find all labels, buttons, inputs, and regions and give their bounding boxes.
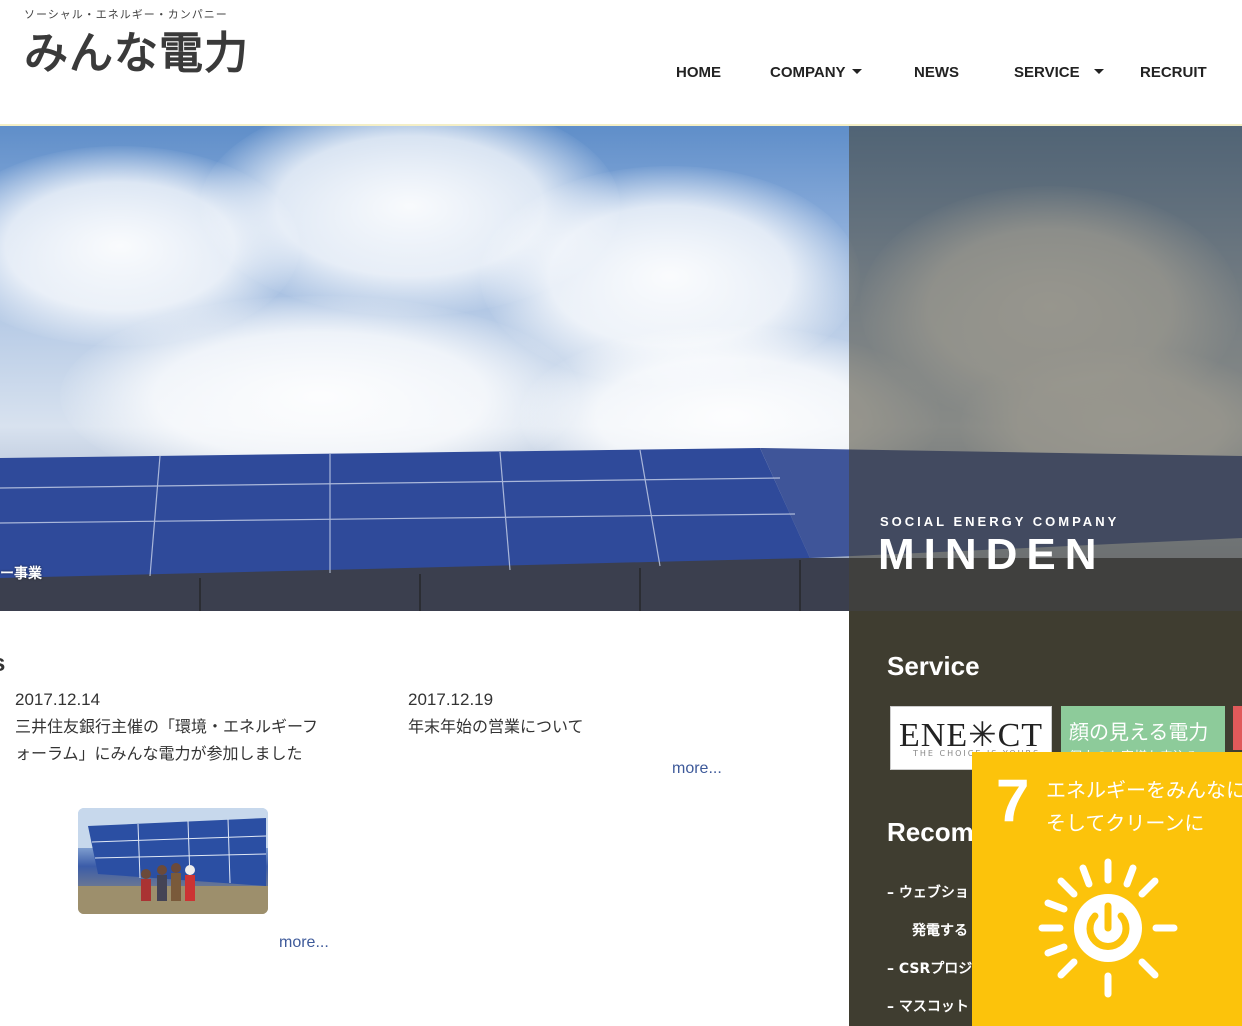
sdg-title-line1: エネルギーをみんなに <box>1046 778 1242 802</box>
nav-service[interactable]: SERVICE <box>1014 64 1104 81</box>
site-header: ソーシャル・エネルギー・カンパニー みんな電力 HOME COMPANY NEW… <box>0 0 1242 124</box>
hero-subtitle: SOCIAL ENERGY COMPANY <box>880 514 1120 529</box>
nav-news[interactable]: NEWS <box>914 64 959 81</box>
sdg-title-line2: そしてクリーンに <box>1046 811 1205 835</box>
nav-recruit-label: RECRUIT <box>1140 64 1207 81</box>
news-photo <box>78 808 268 914</box>
kao-denryoku-logo: 顔の見える電力 <box>1069 720 1209 744</box>
hero-slider[interactable]: SOCIAL ENERGY COMPANY MINDEN ー事業 <box>0 124 1242 611</box>
nav-company[interactable]: COMPANY <box>770 64 862 81</box>
nav-company-label: COMPANY <box>770 64 846 81</box>
news-title-link[interactable]: 年末年始の営業について <box>408 713 728 740</box>
banner-edge[interactable] <box>1233 706 1242 750</box>
recommend-item[interactable]: – ウェブショ <box>887 882 969 902</box>
news-heading: s <box>0 650 5 678</box>
news-date: 2017.12.14 <box>15 690 101 709</box>
caret-down-icon <box>851 68 862 74</box>
news-more-link[interactable]: more... <box>279 934 329 952</box>
caret-down-icon <box>1093 68 1104 74</box>
sun-power-icon <box>1038 858 1178 998</box>
news-date: 2017.12.19 <box>408 690 494 709</box>
sdg-goal-7-badge[interactable]: 7 エネルギーをみんなに そしてクリーンに <box>972 752 1242 1026</box>
hero-title: MINDEN <box>878 530 1106 579</box>
nav-service-label: SERVICE <box>1014 64 1080 81</box>
sdg-number: 7 <box>996 767 1030 834</box>
logo-tagline: ソーシャル・エネルギー・カンパニー <box>24 8 228 21</box>
recommend-item[interactable]: – マスコット <box>887 996 969 1016</box>
news-thumbnail[interactable] <box>78 808 268 914</box>
main-nav: HOME COMPANY NEWS SERVICE RECRUIT <box>0 64 1242 86</box>
recommend-heading: Recom <box>887 817 974 847</box>
nav-home-label: HOME <box>676 64 721 81</box>
recommend-item[interactable]: 発電する <box>912 920 968 940</box>
nav-news-label: NEWS <box>914 64 959 81</box>
recommend-item[interactable]: – CSRプロジ <box>887 958 972 978</box>
nav-recruit[interactable]: RECRUIT <box>1140 64 1207 81</box>
service-heading: Service <box>887 651 980 681</box>
nav-home[interactable]: HOME <box>676 64 721 81</box>
news-more-link[interactable]: more... <box>672 760 722 778</box>
news-title-link[interactable]: 三井住友銀行主催の「環境・エネルギーフォーラム」にみんな電力が参加しました <box>15 713 325 767</box>
hero-slide-label[interactable]: ー事業 <box>0 563 42 583</box>
